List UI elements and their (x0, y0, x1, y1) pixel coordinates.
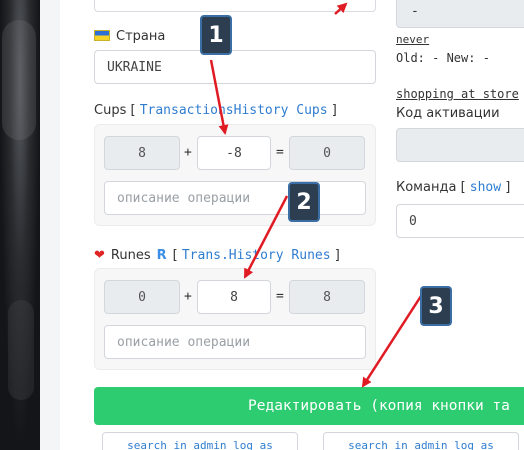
runes-delta-value: 8 (230, 289, 238, 305)
search-admin-log-left-label: search in admin log as (127, 438, 273, 450)
cups-description-input[interactable]: описание операции (104, 181, 366, 215)
top-readonly-value: - (411, 3, 419, 19)
runes-description-input[interactable]: описание операции (104, 325, 366, 359)
cups-label-row: Cups [ TransactionsHistory Cups ] (94, 103, 337, 118)
search-admin-log-right-button[interactable]: search in admin log as (323, 432, 519, 450)
annotation-badge-2: 2 (288, 182, 320, 222)
country-value: UKRAINE (107, 59, 162, 75)
search-admin-log-right-label: search in admin log as (348, 438, 494, 450)
old-new-text: Old: - New: - (396, 51, 490, 65)
team-show-link[interactable]: show (470, 180, 501, 195)
heart-icon: ❤ (94, 248, 105, 263)
country-label: Страна (116, 29, 166, 44)
runes-bracket-open: [ (172, 248, 178, 263)
runes-label-row: ❤ Runes R [ Trans.History Runes ] (94, 248, 340, 263)
edit-submit-button[interactable]: Редактировать (копия кнопки та (94, 387, 524, 425)
top-readonly-field: - (396, 0, 524, 28)
top-cut-field[interactable] (94, 0, 376, 12)
team-bracket-open: [ (460, 180, 466, 195)
cups-current-field: 8 (104, 136, 180, 170)
team-bracket-close: ] (505, 180, 511, 195)
cups-equals-sign: = (276, 145, 284, 160)
country-input[interactable]: UKRAINE (94, 50, 376, 84)
country-label-row: Страна (94, 29, 165, 44)
team-input[interactable]: 0 (396, 204, 524, 238)
cups-delta-value: -8 (226, 145, 242, 161)
shopping-link[interactable]: shopping at store (396, 87, 519, 101)
cups-current-value: 8 (138, 145, 146, 161)
runes-result-value: 8 (323, 289, 331, 305)
background-photo-strip (0, 0, 40, 450)
team-value: 0 (409, 213, 417, 229)
cups-plus-sign: + (184, 145, 192, 160)
activation-code-label: Код активации (396, 106, 500, 121)
edit-submit-label: Редактировать (копия кнопки та (248, 398, 510, 414)
team-label-row: Команда [ show ] (396, 180, 510, 195)
ukraine-flag-icon (94, 30, 110, 41)
cups-bracket-close: ] (331, 103, 337, 118)
cups-delta-input[interactable]: -8 (197, 136, 271, 170)
cups-history-link[interactable]: TransactionsHistory Cups (140, 103, 328, 118)
never-link[interactable]: never (396, 33, 429, 46)
runes-bracket-close: ] (334, 248, 340, 263)
runes-result-field: 8 (289, 280, 365, 314)
runes-current-value: 0 (138, 289, 146, 305)
runes-delta-input[interactable]: 8 (197, 280, 271, 314)
runes-history-link[interactable]: Trans.History Runes (182, 248, 331, 263)
cups-label: Cups (94, 103, 127, 118)
runes-label: Runes (110, 248, 151, 263)
rune-icon: R (156, 248, 167, 263)
team-label: Команда (396, 180, 457, 195)
cups-bracket-open: [ (130, 103, 136, 118)
cups-result-field: 0 (289, 136, 365, 170)
activation-code-field[interactable] (396, 128, 524, 162)
search-admin-log-left-button[interactable]: search in admin log as (102, 432, 298, 450)
runes-plus-sign: + (184, 289, 192, 304)
cups-description-placeholder: описание операции (117, 190, 251, 206)
annotation-badge-1: 1 (200, 15, 232, 55)
cups-result-value: 0 (323, 145, 331, 161)
runes-equals-sign: = (276, 289, 284, 304)
annotation-badge-3: 3 (420, 286, 452, 326)
runes-current-field: 0 (104, 280, 180, 314)
runes-description-placeholder: описание операции (117, 334, 251, 350)
